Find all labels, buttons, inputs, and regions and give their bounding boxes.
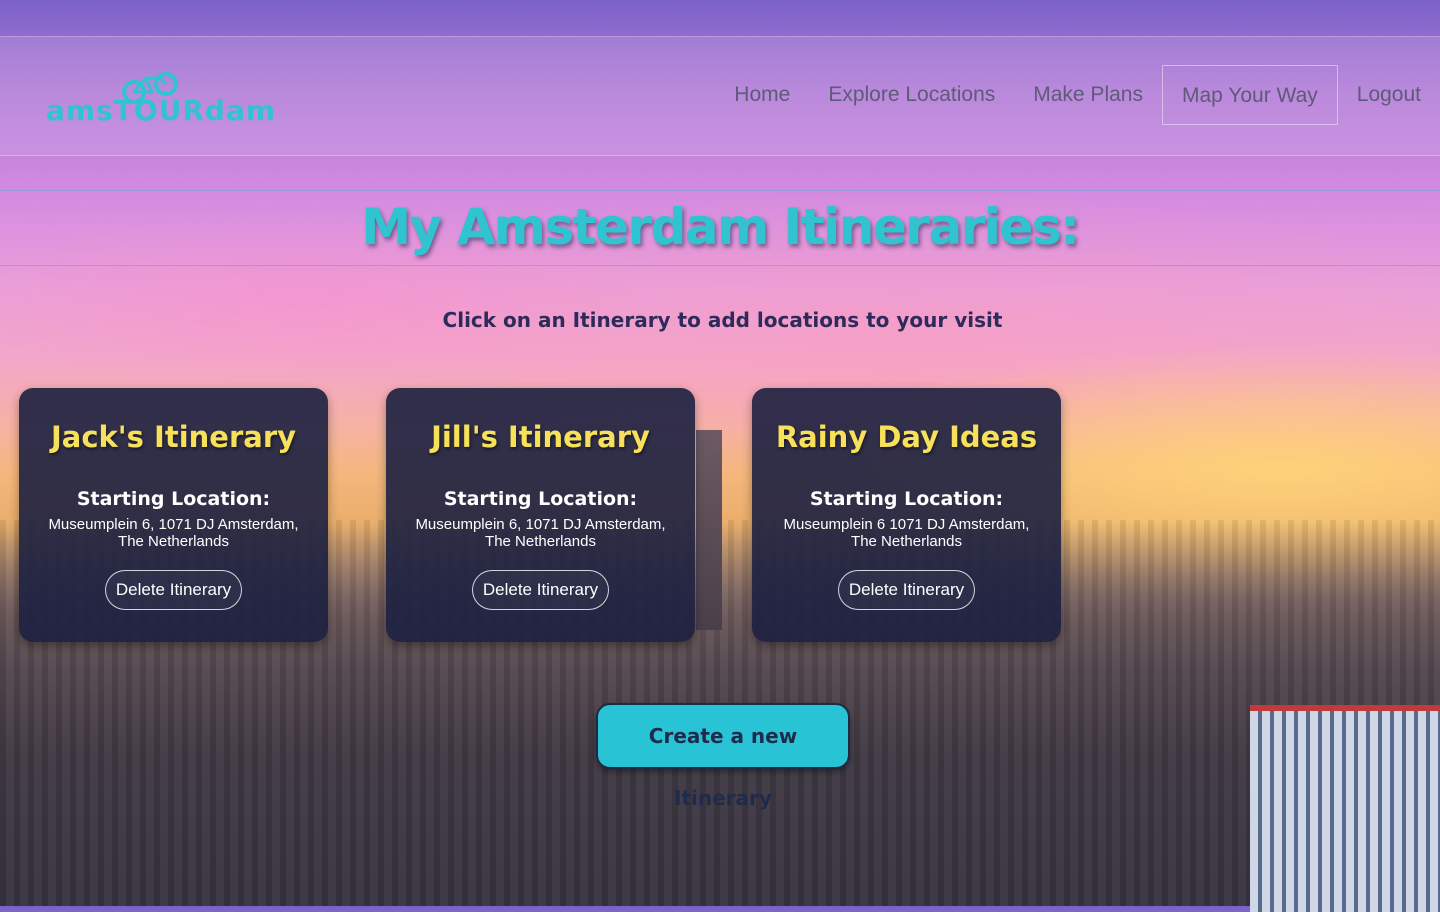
nav-make-plans[interactable]: Make Plans	[1014, 65, 1162, 125]
church-tower	[696, 430, 722, 630]
page-subtitle: Click on an Itinerary to add locations t…	[442, 308, 1003, 332]
logo-text: amsTOURdam	[46, 94, 277, 127]
nav-logout[interactable]: Logout	[1338, 65, 1440, 125]
itinerary-title: Jack's Itinerary	[50, 420, 297, 454]
highrise-building	[1250, 705, 1440, 912]
starting-location-address: Museumplein 6, 1071 DJ Amsterdam, The Ne…	[48, 516, 299, 550]
itinerary-card-jack[interactable]: Jack's Itinerary Starting Location: Muse…	[19, 388, 328, 642]
brand-logo[interactable]: amsTOURdam	[46, 70, 275, 130]
itinerary-title: Rainy Day Ideas	[775, 420, 1038, 454]
starting-location-address: Museumplein 6 1071 DJ Amsterdam, The Net…	[783, 516, 1030, 550]
starting-location-label: Starting Location:	[76, 488, 271, 510]
starting-location-label: Starting Location:	[809, 488, 1004, 510]
nav-home[interactable]: Home	[715, 65, 809, 125]
create-itinerary-button[interactable]: Create a new Itinerary	[596, 703, 850, 810]
itinerary-card-jill[interactable]: Jill's Itinerary Starting Location: Muse…	[386, 388, 695, 642]
itinerary-card-rainy-day[interactable]: Rainy Day Ideas Starting Location: Museu…	[752, 388, 1061, 642]
delete-itinerary-button[interactable]: Delete Itinerary	[471, 570, 610, 610]
itinerary-title: Jill's Itinerary	[431, 420, 650, 454]
delete-itinerary-button[interactable]: Delete Itinerary	[104, 570, 243, 610]
main-nav: Home Explore Locations Make Plans Map Yo…	[715, 64, 1440, 126]
starting-location-label: Starting Location:	[443, 488, 638, 510]
delete-itinerary-button[interactable]: Delete Itinerary	[837, 570, 976, 610]
page-title: My Amsterdam Itineraries:	[361, 198, 1080, 256]
starting-location-address: Museumplein 6, 1071 DJ Amsterdam, The Ne…	[415, 516, 666, 550]
nav-explore-locations[interactable]: Explore Locations	[809, 65, 1014, 125]
nav-map-your-way[interactable]: Map Your Way	[1161, 65, 1338, 125]
